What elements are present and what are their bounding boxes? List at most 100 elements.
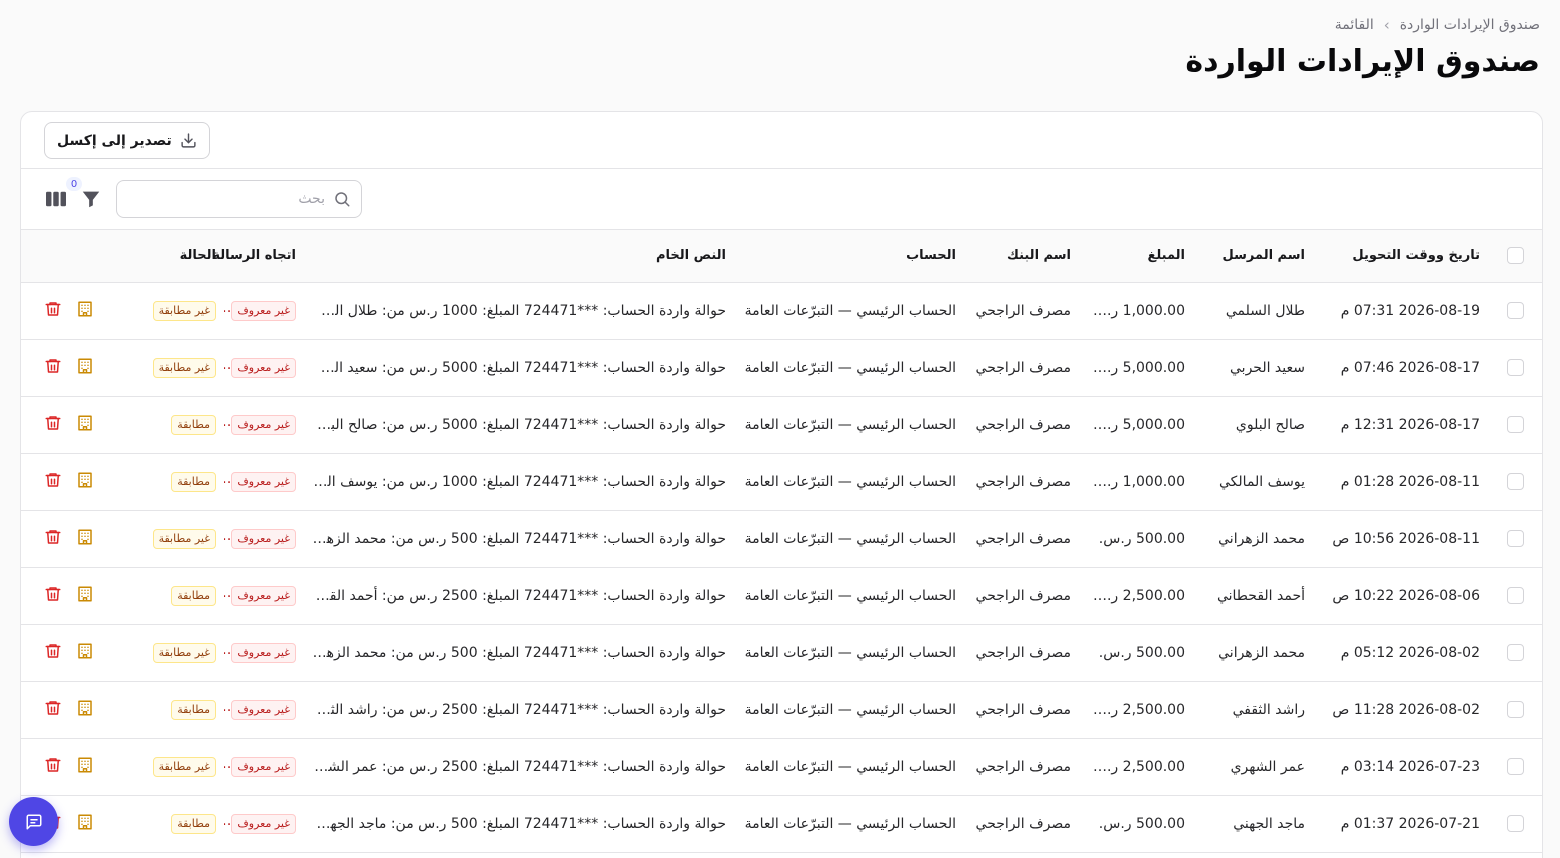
cell-amount: 2,500.00 ر.س. [1085, 701, 1185, 718]
table-row[interactable]: 2026-08-02 05:12 م محمد الزهراني 500.00 ر.… [21, 624, 1542, 681]
table-row[interactable]: 2026-08-02 11:28 ص راشد الثقفي 2,500.00 ر.… [21, 681, 1542, 738]
page-title: صندوق الإيرادات الواردة [1185, 44, 1540, 79]
chat-button[interactable] [9, 797, 58, 846]
table-header-row: تاريخ ووقت التحويل اسم المرسل المبلغ اسم… [21, 230, 1542, 283]
cell-account: الحساب الرئيسي — التبرّعات العامة [744, 644, 956, 661]
cell-account: الحساب الرئيسي — التبرّعات العامة [744, 587, 956, 604]
header-amount[interactable]: المبلغ [1079, 230, 1193, 283]
cell-amount: 500.00 ر.س. [1098, 530, 1185, 547]
row-select-cell [1488, 453, 1542, 510]
table-row[interactable]: 2026-07-21 01:37 م ماجد الجهني 500.00 ر.س.… [21, 795, 1542, 852]
row-checkbox[interactable] [1506, 473, 1524, 490]
table-row[interactable]: 2026-08-17 12:31 م صالح البلوي 5,000.00 ر.… [21, 396, 1542, 453]
building-icon[interactable] [76, 642, 94, 664]
search-box [116, 180, 362, 218]
status-badge: غير مطابقة [152, 528, 216, 549]
header-raw-text[interactable]: النص الخام [304, 230, 734, 283]
row-checkbox[interactable] [1506, 302, 1524, 319]
header-sender[interactable]: اسم المرسل [1193, 230, 1313, 283]
cell-date: 2026-08-11 10:56 ص [1332, 530, 1480, 547]
header-status[interactable]: الحالة [138, 230, 224, 283]
trash-icon[interactable] [44, 699, 62, 721]
table-row[interactable]: 2026-07-23 03:14 م عمر الشهري 2,500.00 ر.س… [21, 738, 1542, 795]
row-checkbox[interactable] [1506, 359, 1524, 376]
row-checkbox[interactable] [1506, 701, 1524, 718]
cell-bank: مصرف الراجحي [975, 530, 1071, 547]
cell-account: الحساب الرئيسي — التبرّعات العامة [744, 473, 956, 490]
cell-sender: ماجد الجهني [1233, 815, 1305, 832]
table-row[interactable]: 2026-08-17 07:46 م سعيد الحربي 5,000.00 ر.… [21, 339, 1542, 396]
table-row[interactable]: 2026-08-06 10:22 ص أحمد القحطاني 2,500.00 … [21, 567, 1542, 624]
select-all-checkbox[interactable] [1506, 247, 1524, 265]
building-icon[interactable] [76, 756, 94, 778]
building-icon[interactable] [76, 585, 94, 607]
row-select-cell [1488, 624, 1542, 681]
card-header: تصدير إلى إكسل [21, 112, 1542, 169]
cell-amount: 500.00 ر.س. [1098, 815, 1185, 832]
cell-bank: مصرف الراجحي [975, 302, 1071, 319]
table-row[interactable]: 2026-08-11 10:56 ص محمد الزهراني 500.00 ر.… [21, 510, 1542, 567]
building-icon[interactable] [76, 300, 94, 322]
breadcrumb-parent[interactable]: صندوق الإيرادات الواردة [1400, 17, 1540, 33]
building-icon[interactable] [76, 471, 94, 493]
row-select-cell [1488, 795, 1542, 852]
cell-amount: 500.00 ر.س. [1098, 644, 1185, 661]
cell-direction: غير معروف [224, 567, 304, 624]
header-actions [21, 230, 138, 283]
row-checkbox[interactable] [1506, 644, 1524, 661]
select-all-cell [1488, 230, 1542, 283]
cell-sender: محمد الزهراني [1218, 644, 1305, 661]
cell-bank: مصرف الراجحي [975, 587, 1071, 604]
export-button-label: تصدير إلى إكسل [57, 132, 172, 149]
cell-direction: غير معروف [224, 396, 304, 453]
trash-icon[interactable] [44, 300, 62, 322]
columns-icon[interactable] [45, 189, 67, 209]
table-row[interactable]: 2026-08-19 07:31 م طلال السلمي 1,000.00 ر.… [21, 282, 1542, 339]
building-icon[interactable] [76, 414, 94, 436]
header-date[interactable]: تاريخ ووقت التحويل [1313, 230, 1488, 283]
cell-direction: غير معروف [224, 510, 304, 567]
trash-icon[interactable] [44, 756, 62, 778]
trash-icon[interactable] [44, 528, 62, 550]
building-icon[interactable] [76, 357, 94, 379]
trash-icon[interactable] [44, 585, 62, 607]
cell-direction: غير معروف [224, 738, 304, 795]
cell-sender: محمد الزهراني [1218, 530, 1305, 547]
table-row[interactable]: 2026-08-11 01:28 م يوسف المالكي 1,000.00 ر… [21, 453, 1542, 510]
row-checkbox[interactable] [1506, 758, 1524, 775]
row-checkbox[interactable] [1506, 530, 1524, 547]
cell-raw-text: حوالة واردة الحساب: ***724471 المبلغ: 50… [307, 416, 726, 433]
building-icon[interactable] [76, 528, 94, 550]
direction-badge: غير معروف [231, 813, 296, 834]
trash-icon[interactable] [44, 414, 62, 436]
trash-icon[interactable] [44, 357, 62, 379]
export-excel-button[interactable]: تصدير إلى إكسل [44, 122, 210, 159]
row-checkbox[interactable] [1506, 587, 1524, 604]
header-direction[interactable]: اتجاه الرسالة [212, 230, 304, 283]
cell-account: الحساب الرئيسي — التبرّعات العامة [744, 416, 956, 433]
cell-status: غير مطابقة [138, 339, 224, 396]
cell-sender: سعيد الحربي [1230, 359, 1305, 376]
status-badge: مطابقة [171, 585, 216, 606]
building-icon[interactable] [76, 699, 94, 721]
cell-date: 2026-08-17 07:46 م [1340, 359, 1480, 376]
building-icon[interactable] [76, 813, 94, 835]
filter-icon[interactable] [80, 188, 102, 210]
cell-direction: غير معروف [224, 339, 304, 396]
trash-icon[interactable] [44, 642, 62, 664]
header-account[interactable]: الحساب [734, 230, 964, 283]
search-input[interactable] [127, 191, 325, 207]
breadcrumb: صندوق الإيرادات الواردة › القائمة [1335, 16, 1540, 34]
row-checkbox[interactable] [1506, 416, 1524, 433]
row-checkbox[interactable] [1506, 815, 1524, 832]
cell-amount: 2,500.00 ر.س. [1085, 758, 1185, 775]
trash-icon[interactable] [44, 471, 62, 493]
cell-bank: مصرف الراجحي [975, 416, 1071, 433]
status-badge: مطابقة [171, 699, 216, 720]
header-bank[interactable]: اسم البنك [964, 230, 1079, 283]
cell-status: غير مطابقة [138, 282, 224, 339]
direction-badge: غير معروف [231, 756, 296, 777]
row-select-cell [1488, 510, 1542, 567]
cell-date: 2026-08-17 12:31 م [1340, 416, 1480, 433]
cell-date: 2026-07-21 01:37 م [1340, 815, 1480, 832]
